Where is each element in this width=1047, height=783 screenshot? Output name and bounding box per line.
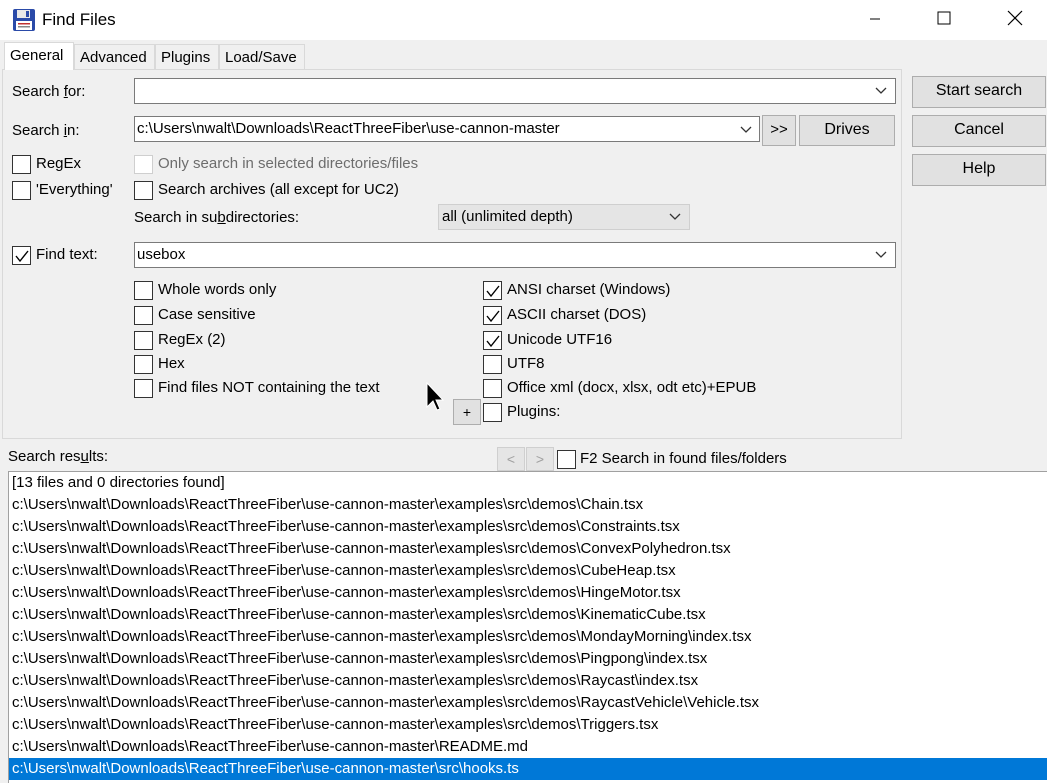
close-icon xyxy=(1007,10,1023,30)
everything-label: 'Everything' xyxy=(36,181,113,198)
regex2-label: RegEx (2) xyxy=(158,331,226,348)
ansi-checkbox[interactable] xyxy=(483,281,502,300)
tab-general[interactable]: General xyxy=(4,42,74,70)
result-row[interactable]: c:\Users\nwalt\Downloads\ReactThreeFiber… xyxy=(9,758,1047,780)
find-text-input[interactable]: usebox xyxy=(134,242,896,268)
title-bar: Find Files xyxy=(0,0,1047,40)
result-row[interactable]: c:\Users\nwalt\Downloads\ReactThreeFiber… xyxy=(9,560,1047,582)
search-for-dropdown-icon[interactable] xyxy=(874,84,888,102)
find-text-dropdown-icon[interactable] xyxy=(874,248,888,266)
f2-search-checkbox[interactable] xyxy=(557,450,576,469)
maximize-icon xyxy=(937,11,951,29)
ansi-label: ANSI charset (Windows) xyxy=(507,281,671,298)
search-in-label: Search in: xyxy=(12,122,80,139)
result-row[interactable]: c:\Users\nwalt\Downloads\ReactThreeFiber… xyxy=(9,538,1047,560)
drives-button[interactable]: Drives xyxy=(799,115,895,146)
office-xml-checkbox[interactable] xyxy=(483,379,502,398)
mouse-cursor-icon xyxy=(426,381,445,416)
plus-button[interactable]: + xyxy=(453,399,481,425)
browse-button[interactable]: >> xyxy=(762,115,796,146)
result-row[interactable]: c:\Users\nwalt\Downloads\ReactThreeFiber… xyxy=(9,714,1047,736)
search-in-input[interactable]: c:\Users\nwalt\Downloads\ReactThreeFiber… xyxy=(134,116,760,142)
tab-advanced[interactable]: Advanced xyxy=(74,44,155,70)
not-containing-label: Find files NOT containing the text xyxy=(158,379,380,396)
tab-load-save[interactable]: Load/Save xyxy=(219,44,305,70)
result-row[interactable]: c:\Users\nwalt\Downloads\ReactThreeFiber… xyxy=(9,670,1047,692)
search-results-label: Search results: xyxy=(8,448,109,465)
hex-label: Hex xyxy=(158,355,185,372)
office-xml-label: Office xml (docx, xlsx, odt etc)+EPUB xyxy=(507,379,757,396)
window-title: Find Files xyxy=(42,10,116,29)
f2-search-label: F2 Search in found files/folders xyxy=(580,450,787,467)
cancel-button[interactable]: Cancel xyxy=(912,115,1046,147)
unicode-checkbox[interactable] xyxy=(483,331,502,350)
result-row[interactable]: c:\Users\nwalt\Downloads\ReactThreeFiber… xyxy=(9,494,1047,516)
find-files-window: Find Files General Advanced Plugins Load… xyxy=(0,0,1047,783)
result-row[interactable]: c:\Users\nwalt\Downloads\ReactThreeFiber… xyxy=(9,648,1047,670)
search-in-dropdown-icon[interactable] xyxy=(739,123,753,141)
not-containing-checkbox[interactable] xyxy=(134,379,153,398)
regex2-checkbox[interactable] xyxy=(134,331,153,350)
utf8-checkbox[interactable] xyxy=(483,355,502,374)
plugins-label: Plugins: xyxy=(507,403,561,420)
only-selected-label: Only search in selected directories/file… xyxy=(158,155,419,172)
ascii-label: ASCII charset (DOS) xyxy=(507,306,647,323)
result-row[interactable]: c:\Users\nwalt\Downloads\ReactThreeFiber… xyxy=(9,582,1047,604)
subdirectories-dropdown-icon[interactable] xyxy=(668,210,682,228)
results-summary[interactable]: [13 files and 0 directories found] xyxy=(9,472,1047,494)
close-button[interactable] xyxy=(980,0,1047,40)
only-selected-checkbox[interactable] xyxy=(134,155,153,174)
plugins-checkbox[interactable] xyxy=(483,403,502,422)
maximize-button[interactable] xyxy=(909,0,979,40)
start-search-button[interactable]: Start search xyxy=(912,76,1046,108)
help-button[interactable]: Help xyxy=(912,154,1046,186)
search-archives-checkbox[interactable] xyxy=(134,181,153,200)
result-row[interactable]: c:\Users\nwalt\Downloads\ReactThreeFiber… xyxy=(9,604,1047,626)
result-row[interactable]: c:\Users\nwalt\Downloads\ReactThreeFiber… xyxy=(9,736,1047,758)
case-sensitive-checkbox[interactable] xyxy=(134,306,153,325)
search-for-label: Search for: xyxy=(12,83,86,100)
search-for-input[interactable] xyxy=(134,78,896,104)
everything-checkbox[interactable] xyxy=(12,181,31,200)
result-row[interactable]: c:\Users\nwalt\Downloads\ReactThreeFiber… xyxy=(9,692,1047,714)
result-row[interactable]: c:\Users\nwalt\Downloads\ReactThreeFiber… xyxy=(9,516,1047,538)
minimize-button[interactable] xyxy=(840,0,910,40)
utf8-label: UTF8 xyxy=(507,355,545,372)
find-text-label: Find text: xyxy=(36,246,98,263)
regex-label: RegEx xyxy=(36,155,82,172)
tab-plugins[interactable]: Plugins xyxy=(155,44,219,70)
result-row[interactable]: c:\Users\nwalt\Downloads\ReactThreeFiber… xyxy=(9,626,1047,648)
search-archives-label: Search archives (all except for UC2) xyxy=(158,181,399,198)
find-text-checkbox[interactable] xyxy=(12,246,31,265)
minimize-icon xyxy=(869,12,881,29)
hex-checkbox[interactable] xyxy=(134,355,153,374)
whole-words-label: Whole words only xyxy=(158,281,277,298)
case-sensitive-label: Case sensitive xyxy=(158,306,256,323)
results-list[interactable]: [13 files and 0 directories found] c:\Use… xyxy=(8,471,1047,783)
subdirectories-select[interactable]: all (unlimited depth) xyxy=(438,204,690,230)
results-next-button[interactable]: > xyxy=(526,447,554,471)
regex-checkbox[interactable] xyxy=(12,155,31,174)
floppy-disk-icon xyxy=(12,8,36,32)
results-prev-button[interactable]: < xyxy=(497,447,525,471)
subdirectories-label: Search in subdirectories: xyxy=(134,209,300,226)
unicode-label: Unicode UTF16 xyxy=(507,331,613,348)
ascii-checkbox[interactable] xyxy=(483,306,502,325)
whole-words-checkbox[interactable] xyxy=(134,281,153,300)
